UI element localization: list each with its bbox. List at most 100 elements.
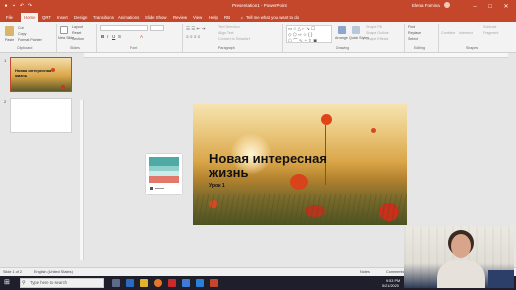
combine-button[interactable]: Combine — [441, 31, 455, 35]
tab-help[interactable]: Help — [209, 13, 218, 22]
font-size-select[interactable] — [150, 25, 164, 31]
app-icon[interactable] — [182, 279, 190, 287]
reset-button[interactable]: Reset — [72, 31, 81, 35]
subtract-button[interactable]: Subtract — [483, 25, 496, 29]
powerpoint-window: ● ▪ ↶ ↷ Presentation1 - PowerPoint Elena… — [0, 0, 516, 290]
paste-label[interactable]: Paste — [5, 38, 14, 42]
quick-styles-icon[interactable] — [352, 26, 360, 34]
tab-qrt[interactable]: QRT — [42, 13, 51, 22]
separator — [182, 24, 183, 52]
separator — [56, 24, 57, 52]
format-painter-button[interactable]: Format Painter — [18, 38, 42, 42]
ribbon-tabs: File Home QRT Insert Design Transitions … — [0, 11, 516, 22]
file-explorer-icon[interactable] — [140, 279, 148, 287]
intersect-button[interactable]: Intersect — [459, 31, 473, 35]
align-text-button[interactable]: Align Text — [218, 31, 234, 35]
comments-button[interactable]: Comments — [386, 270, 404, 274]
poppy-shape — [321, 114, 332, 125]
ribbon: Paste Cut Copy Format Painter Clipboard … — [0, 22, 516, 53]
undo-icon[interactable]: ↶ — [19, 3, 25, 9]
tab-slide-show[interactable]: Slide Show — [145, 13, 167, 22]
clock-time[interactable]: 9:53 PM — [386, 279, 400, 283]
poppy-shape — [371, 128, 376, 133]
arrange-button[interactable]: Arrange — [335, 36, 348, 40]
tab-design[interactable]: Design — [74, 13, 87, 22]
powerpoint-icon[interactable] — [210, 279, 218, 287]
shapes-gallery[interactable]: ▭ ○ △ ⌐ ↘ ☐ ◇ ⬠ ⇨ ☆ { } ⬡ ⌒ ∿ ◔ ⇧ ▣ — [286, 25, 332, 43]
vertical-ruler — [80, 100, 84, 260]
lightbulb-icon: ☼ — [240, 15, 244, 20]
firefox-icon[interactable] — [154, 279, 162, 287]
layout-button[interactable]: Layout — [72, 25, 83, 29]
tell-me-input[interactable]: Tell me what you want to do — [246, 13, 299, 22]
shape-fill-button[interactable]: Shape Fill — [366, 25, 382, 29]
autosave-icon[interactable]: ● — [3, 3, 9, 9]
align-icon[interactable]: ≡ ≡ ≡ ≡ — [186, 34, 200, 39]
theme-color-preview — [146, 154, 182, 194]
redo-icon[interactable]: ↷ — [27, 3, 33, 9]
close-button[interactable]: ✕ — [501, 3, 511, 11]
thumbnail-number: 1 — [4, 58, 7, 63]
slide-thumbnail-2[interactable] — [10, 98, 72, 133]
bold-icon[interactable]: B — [101, 34, 104, 39]
new-slide-icon[interactable] — [60, 26, 68, 34]
tab-animations[interactable]: Animations — [118, 13, 139, 22]
save-icon[interactable]: ▪ — [11, 3, 17, 9]
user-name[interactable]: Elena Fomina — [412, 3, 440, 8]
tab-rb[interactable]: RB — [224, 13, 230, 22]
arrange-icon[interactable] — [338, 26, 346, 34]
copy-button[interactable]: Copy — [18, 32, 26, 36]
face-shape — [451, 234, 471, 258]
tab-file[interactable]: File — [6, 13, 13, 22]
app-icon[interactable] — [196, 279, 204, 287]
slide-thumbnail-1[interactable]: Новая интересная жизнь — [10, 57, 72, 92]
underline-icon[interactable]: U — [112, 34, 115, 39]
group-drawing-label: Drawing — [336, 46, 350, 50]
paste-icon[interactable] — [5, 26, 14, 36]
group-editing-label: Editing — [414, 46, 425, 50]
replace-button[interactable]: Replace — [408, 31, 421, 35]
slide-canvas[interactable]: Новая интересная жизнь Урок 1 — [193, 104, 407, 225]
tab-insert[interactable]: Insert — [57, 13, 68, 22]
tab-transitions[interactable]: Transitions — [93, 13, 114, 22]
section-button[interactable]: Section — [72, 37, 84, 41]
task-view-icon[interactable] — [112, 279, 120, 287]
bullets-icon[interactable]: ☰ ☰ ⇤ ⇥ — [186, 26, 205, 32]
font-color-icon[interactable]: A — [140, 34, 143, 39]
windows-start-icon[interactable]: ⊞ — [4, 279, 12, 287]
shape-outline-button[interactable]: Shape Outline — [366, 31, 389, 35]
minimize-button[interactable]: – — [470, 3, 480, 11]
avatar[interactable] — [444, 2, 450, 8]
separator — [282, 24, 283, 52]
cut-button[interactable]: Cut — [18, 26, 24, 30]
edge-icon[interactable] — [126, 279, 134, 287]
horizontal-ruler — [84, 53, 508, 58]
color-swatch — [155, 188, 164, 189]
language-indicator[interactable]: English (United States) — [34, 270, 73, 274]
slide-subtitle[interactable]: Урок 1 — [209, 183, 225, 189]
font-name-select[interactable] — [100, 25, 148, 31]
separator — [404, 24, 405, 52]
shadow-icon[interactable]: S — [118, 34, 121, 39]
tab-view[interactable]: View — [193, 13, 202, 22]
text-direction-button[interactable]: Text Direction — [218, 25, 240, 29]
maximize-button[interactable]: □ — [485, 3, 495, 11]
app-icon[interactable] — [168, 279, 176, 287]
italic-icon[interactable]: I — [107, 34, 108, 39]
shape-effects-button[interactable]: Shape Effects — [366, 37, 388, 41]
taskbar-search-input[interactable]: Type here to search — [20, 278, 104, 288]
notes-button[interactable]: Notes — [360, 270, 370, 274]
group-clipboard-label: Clipboard — [17, 46, 33, 50]
convert-smartart-button[interactable]: Convert to SmartArt — [218, 37, 250, 41]
group-paragraph-label: Paragraph — [218, 46, 235, 50]
group-shapes-label: Shapes — [466, 46, 479, 50]
tab-home[interactable]: Home — [21, 13, 39, 22]
clock-date[interactable]: 5/21/2020 — [382, 284, 399, 288]
slide-title[interactable]: Новая интересная жизнь — [209, 152, 369, 180]
fragment-button[interactable]: Fragment — [483, 31, 498, 35]
separator — [96, 24, 97, 52]
select-button[interactable]: Select — [408, 37, 418, 41]
tab-review[interactable]: Review — [173, 13, 187, 22]
find-button[interactable]: Find — [408, 25, 415, 29]
group-slides-label: Slides — [70, 46, 80, 50]
